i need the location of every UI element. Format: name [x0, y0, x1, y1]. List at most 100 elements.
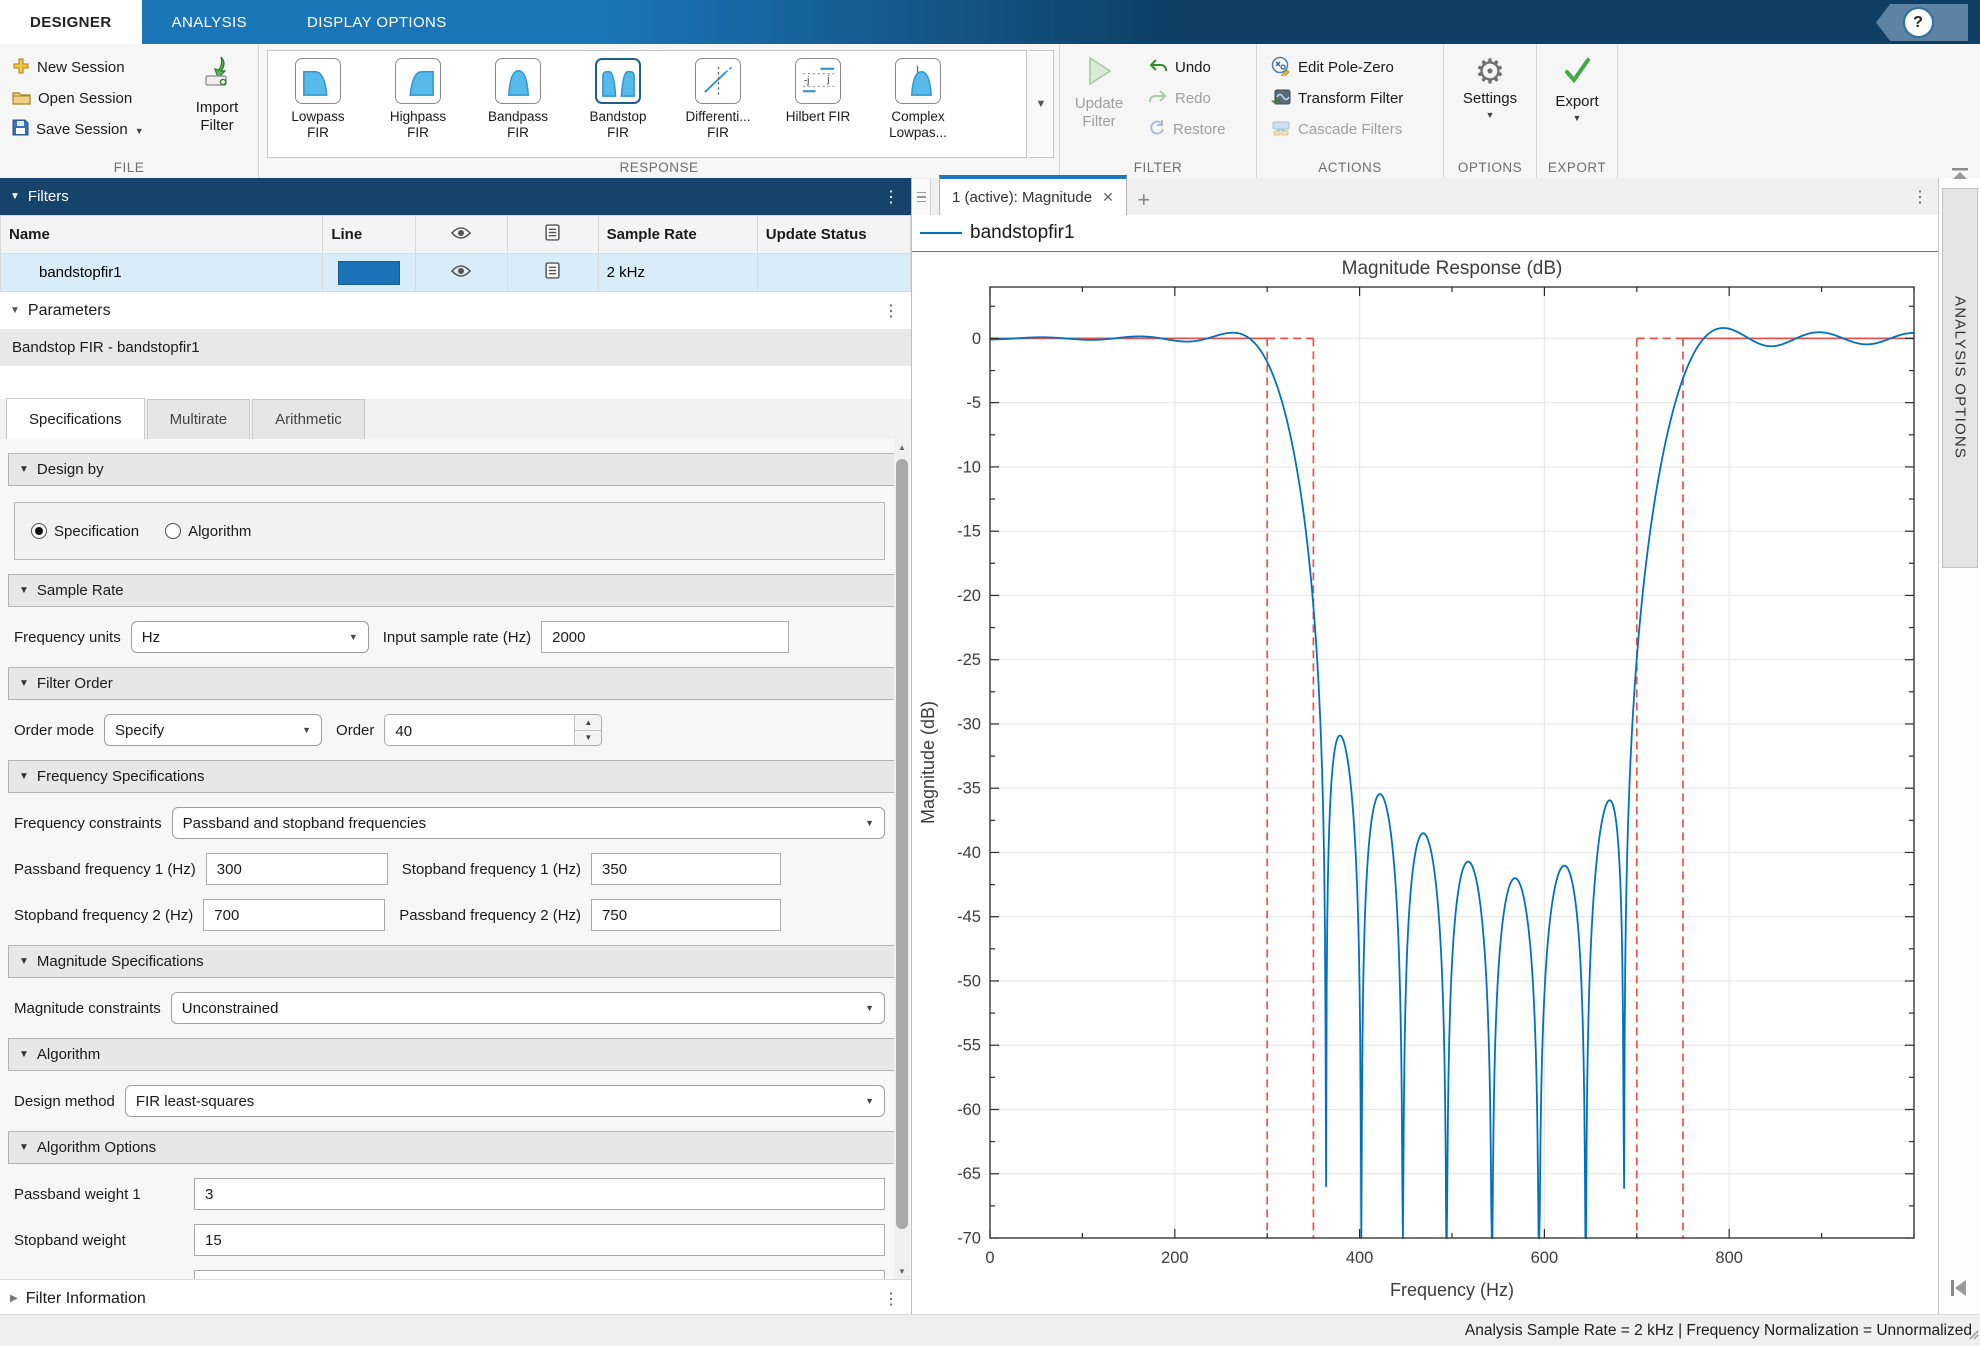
edit-pole-zero-button[interactable]: Edit Pole-Zero — [1265, 52, 1409, 83]
passband-frequency-2-hz-input[interactable]: 750 — [591, 899, 781, 931]
redo-button[interactable]: Redo — [1142, 83, 1232, 114]
gallery-item-lowpass[interactable]: LowpassFIR — [268, 51, 368, 157]
section-collapse-caret: ▼ — [19, 464, 29, 475]
parameters-subtitle: Bandstop FIR - bandstopfir1 — [12, 339, 200, 356]
plot-tab-close-icon[interactable]: ✕ — [1102, 189, 1114, 206]
collapse-analysis-options-icon[interactable] — [1947, 1277, 1969, 1304]
tab-arithmetic[interactable]: Arithmetic — [252, 399, 365, 439]
tabbar-grip-handle[interactable] — [912, 179, 931, 215]
scrollbar-up-arrow[interactable]: ▲ — [894, 439, 910, 455]
tab-specifications[interactable]: Specifications — [6, 398, 145, 439]
filter-name-cell[interactable]: bandstopfir1 — [1, 254, 323, 292]
section-header-algorithm-options[interactable]: ▼Algorithm Options — [8, 1131, 901, 1164]
ribbon-section-options: ⚙ Settings ▼ OPTIONS — [1444, 44, 1537, 178]
order-input[interactable]: 40 — [385, 715, 574, 746]
gallery-item-complex-lowpass[interactable]: ComplexLowpas... — [868, 51, 968, 157]
filters-panel-header[interactable]: ▼ Filters ⋮ — [0, 178, 911, 215]
update-filter-button[interactable]: Update Filter — [1064, 44, 1134, 162]
gallery-item-hilbert[interactable]: j-jHilbert FIR — [768, 51, 868, 157]
help-button[interactable]: ? — [1903, 7, 1934, 38]
order-spinner[interactable]: 40▲▼ — [384, 714, 602, 746]
filter-table-row[interactable]: bandstopfir1 2 kHz — [1, 254, 911, 292]
order-mode-dropdown[interactable]: Specify▼ — [104, 714, 322, 746]
plot-tab-active[interactable]: 1 (active): Magnitude ✕ — [939, 175, 1127, 215]
export-button[interactable]: Export ▼ — [1541, 44, 1613, 162]
filters-kebab-menu[interactable]: ⋮ — [883, 187, 899, 207]
new-plot-tab-button[interactable]: + — [1127, 185, 1161, 215]
input-sample-rate-hz-input[interactable]: 2000 — [541, 621, 789, 653]
gallery-expand-arrow[interactable]: ▼ — [1029, 50, 1054, 158]
complex-lowpass-icon — [895, 58, 941, 104]
scrollbar-thumb[interactable] — [896, 459, 908, 1229]
parameters-panel-header[interactable]: ▼ Parameters ⋮ — [0, 292, 911, 330]
col-visibility-eye-icon — [416, 216, 507, 254]
plot-canvas[interactable]: Magnitude Response (dB)Frequency (Hz)Mag… — [912, 252, 1938, 1314]
spinner-up-button[interactable]: ▲ — [575, 715, 601, 731]
new-session-button[interactable]: New Session — [6, 52, 176, 83]
parameters-collapse-caret[interactable]: ▼ — [10, 305, 20, 316]
passband-weight-1-input[interactable]: 3 — [194, 1178, 885, 1210]
svg-text:-25: -25 — [957, 651, 981, 669]
save-session-dropdown-arrow[interactable]: ▼ — [135, 126, 144, 136]
filter-information-header[interactable]: ▶ Filter Information ⋮ — [0, 1279, 911, 1317]
tab-designer[interactable]: DESIGNER — [0, 0, 142, 44]
filter-information-kebab-menu[interactable]: ⋮ — [883, 1289, 899, 1309]
frequency-constraints-dropdown[interactable]: Passband and stopband frequencies▼ — [172, 807, 885, 839]
ribbon-section-file: New Session Open Session Save Session ▼ … — [0, 44, 259, 178]
gallery-item-bandpass[interactable]: BandpassFIR — [468, 51, 568, 157]
tab-display-options[interactable]: DISPLAY OPTIONS — [277, 0, 477, 44]
section-header-algorithm[interactable]: ▼Algorithm — [8, 1038, 901, 1071]
field-label: Design method — [14, 1093, 115, 1110]
stopband-frequency-2-hz-input[interactable]: 700 — [203, 899, 385, 931]
gallery-item-differentiator[interactable]: Differenti...FIR — [668, 51, 768, 157]
radio-specification[interactable]: Specification — [31, 523, 139, 540]
filter-info-cell[interactable] — [507, 254, 598, 292]
settings-button[interactable]: ⚙ Settings ▼ — [1450, 44, 1530, 162]
cascade-filters-icon — [1271, 119, 1291, 141]
resize-grip[interactable] — [1965, 1326, 1979, 1345]
section-header-filter-order[interactable]: ▼Filter Order — [8, 667, 901, 700]
open-session-button[interactable]: Open Session — [6, 83, 176, 114]
restore-button[interactable]: Restore — [1142, 114, 1232, 145]
gallery-item-highpass[interactable]: HighpassFIR — [368, 51, 468, 157]
section-header-magnitude-specifications[interactable]: ▼Magnitude Specifications — [8, 945, 901, 978]
undo-icon — [1148, 57, 1168, 79]
import-filter-button[interactable]: Import Filter — [184, 44, 250, 162]
spinner-down-button[interactable]: ▼ — [575, 731, 601, 746]
filter-line-cell[interactable] — [323, 254, 416, 292]
ribbon-section-response: LowpassFIRHighpassFIRBandpassFIRBandstop… — [259, 44, 1060, 178]
gallery-item-bandstop[interactable]: BandstopFIR — [568, 51, 668, 157]
scrollbar-down-arrow[interactable]: ▼ — [894, 1263, 910, 1279]
plot-tabbar-kebab-menu[interactable]: ⋮ — [1912, 187, 1928, 207]
stopband-frequency-1-hz-input[interactable]: 350 — [591, 853, 781, 885]
undo-button[interactable]: Undo — [1142, 52, 1232, 83]
parameters-scrollbar[interactable]: ▲ ▼ — [894, 439, 910, 1279]
cascade-filters-button[interactable]: Cascade Filters — [1265, 114, 1409, 145]
ribbon-section-filter: Update Filter Undo Redo Restore FILTER — [1060, 44, 1257, 178]
magnitude-response-plot[interactable]: Magnitude Response (dB)Frequency (Hz)Mag… — [912, 252, 1938, 1314]
passband-weight-2-input[interactable]: 1 — [194, 1270, 885, 1279]
gallery-item-label: Lowpas... — [889, 125, 947, 141]
analysis-options-tab[interactable]: ANALYSIS OPTIONS — [1942, 188, 1978, 568]
svg-text:-15: -15 — [957, 523, 981, 541]
collapse-ribbon-icon[interactable] — [1950, 167, 1970, 186]
radio-algorithm[interactable]: Algorithm — [165, 523, 251, 540]
section-header-design-by[interactable]: ▼Design by — [8, 453, 901, 486]
filters-collapse-caret[interactable]: ▼ — [10, 191, 20, 202]
tab-analysis[interactable]: ANALYSIS — [142, 0, 277, 44]
chevron-down-icon: ▼ — [865, 1003, 874, 1013]
transform-filter-button[interactable]: Transform Filter — [1265, 83, 1409, 114]
frequency-units-dropdown[interactable]: Hz▼ — [131, 621, 369, 653]
save-session-button[interactable]: Save Session ▼ — [6, 114, 176, 145]
line-color-swatch[interactable] — [338, 261, 400, 285]
filter-visibility-cell[interactable] — [416, 254, 507, 292]
filter-information-expand-caret[interactable]: ▶ — [10, 1293, 18, 1304]
tab-multirate[interactable]: Multirate — [147, 399, 251, 439]
design-method-dropdown[interactable]: FIR least-squares▼ — [125, 1085, 885, 1117]
section-header-sample-rate[interactable]: ▼Sample Rate — [8, 574, 901, 607]
passband-frequency-1-hz-input[interactable]: 300 — [206, 853, 388, 885]
parameters-kebab-menu[interactable]: ⋮ — [883, 301, 899, 321]
section-header-frequency-specifications[interactable]: ▼Frequency Specifications — [8, 760, 901, 793]
magnitude-constraints-dropdown[interactable]: Unconstrained▼ — [171, 992, 885, 1024]
stopband-weight-input[interactable]: 15 — [194, 1224, 885, 1256]
